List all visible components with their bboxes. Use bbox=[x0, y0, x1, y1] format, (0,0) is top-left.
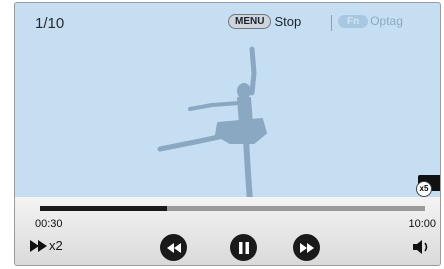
total-time: 10:00 bbox=[408, 218, 436, 230]
fn-record-hint[interactable]: Fn Optag bbox=[338, 14, 403, 28]
stop-label: Stop bbox=[274, 14, 302, 29]
current-time: 00:30 bbox=[35, 218, 63, 230]
record-label: Optag bbox=[370, 14, 403, 28]
menu-stop-hint[interactable]: MENU Stop bbox=[228, 14, 301, 29]
ballerina-silhouette-image bbox=[157, 46, 267, 203]
menu-key-badge: MENU bbox=[228, 14, 272, 29]
forward-button[interactable] bbox=[293, 234, 320, 261]
volume-button[interactable] bbox=[413, 239, 433, 260]
pause-button[interactable] bbox=[230, 234, 257, 261]
file-counter: 1/10 bbox=[35, 15, 65, 32]
header-divider bbox=[331, 15, 332, 31]
rewind-icon bbox=[166, 242, 181, 253]
fast-forward-icon bbox=[30, 239, 47, 252]
zoom-level-badge: x5 bbox=[416, 181, 432, 197]
pause-icon bbox=[238, 241, 249, 254]
speed-label: x2 bbox=[49, 238, 63, 253]
video-player-screen: 1/10 MENU Stop Fn Optag x5 00:30 10:00 x… bbox=[14, 2, 441, 266]
fn-key-badge: Fn bbox=[338, 14, 369, 28]
progress-fill bbox=[40, 206, 168, 211]
forward-icon bbox=[299, 242, 314, 253]
speaker-icon bbox=[413, 240, 428, 254]
playback-speed-button[interactable]: x2 bbox=[30, 238, 63, 253]
rewind-button[interactable] bbox=[160, 234, 187, 261]
progress-bar[interactable] bbox=[40, 206, 425, 211]
playback-control-bar: 00:30 10:00 x2 bbox=[15, 197, 440, 265]
